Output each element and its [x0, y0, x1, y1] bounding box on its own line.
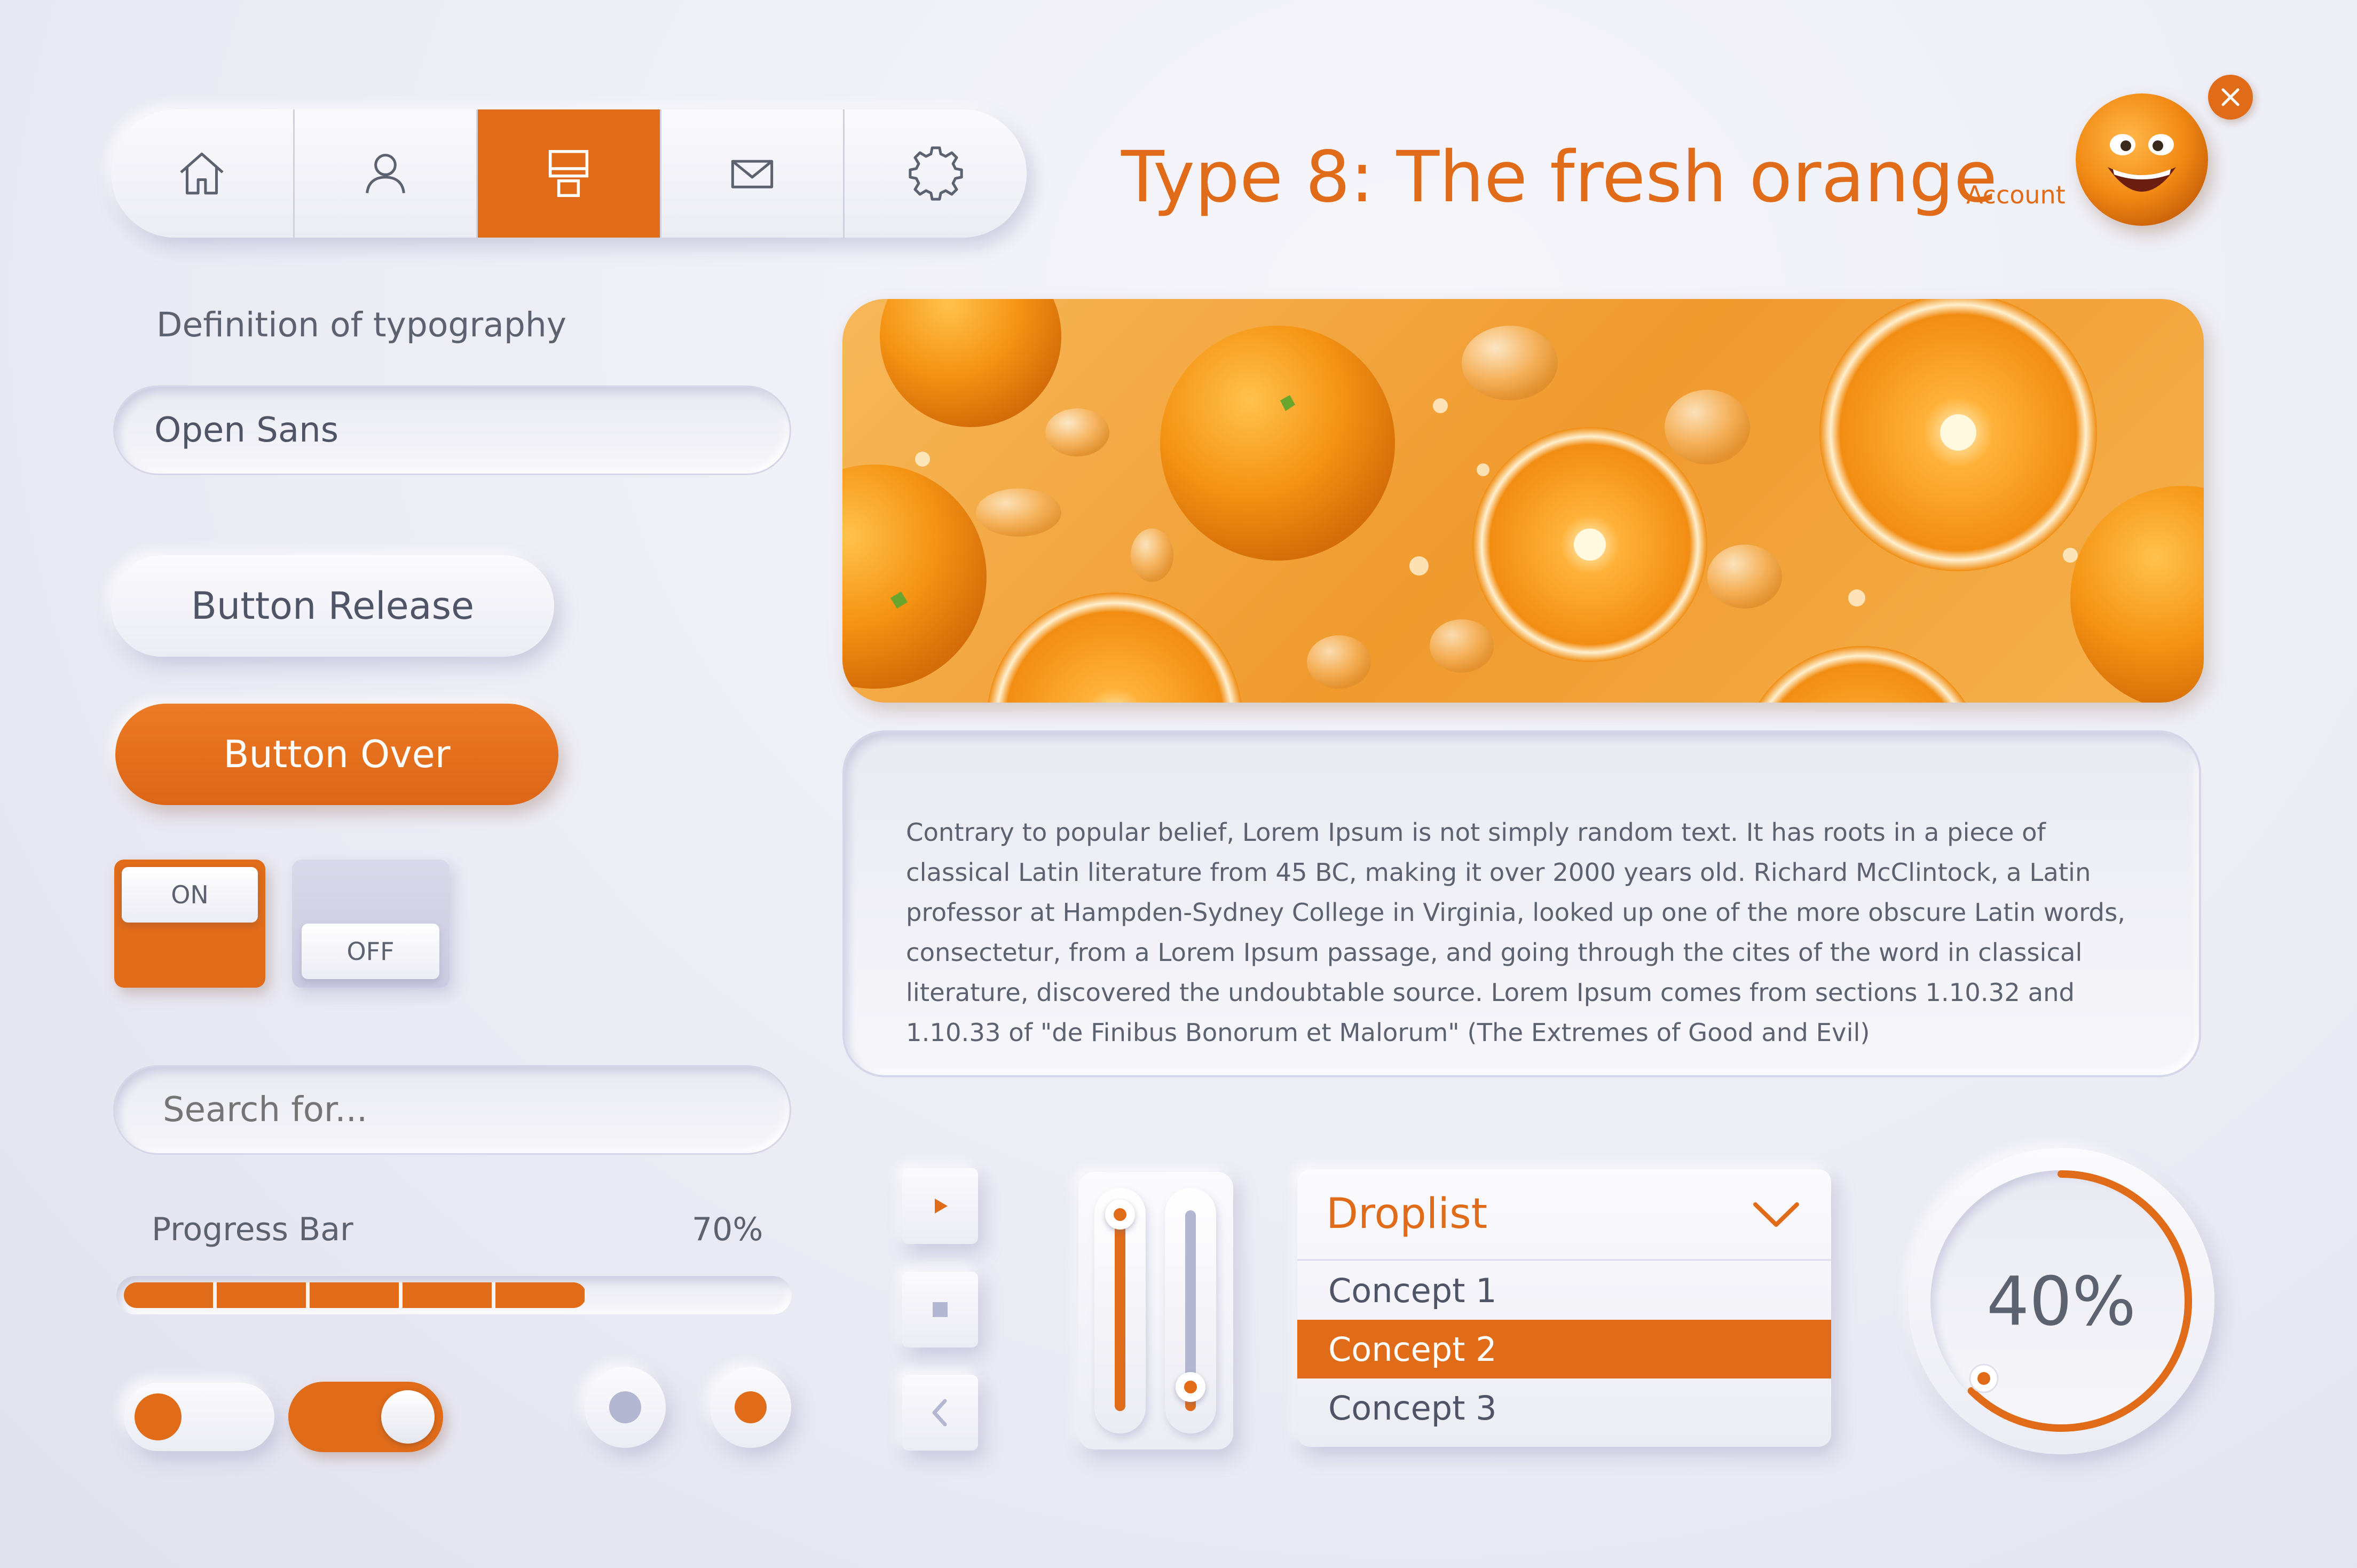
droplist-option[interactable]: Concept 3 — [1297, 1378, 1831, 1437]
droplist-title: Droplist — [1326, 1190, 1488, 1238]
slider-handle[interactable] — [1176, 1372, 1205, 1402]
display-icon — [549, 150, 589, 197]
radio-unselected[interactable] — [585, 1367, 666, 1448]
page-title: Type 8: The fresh orange — [1121, 136, 1998, 218]
hero-image — [842, 299, 2204, 703]
nav-mail-button[interactable] — [661, 109, 845, 238]
button-over[interactable]: Button Over — [115, 704, 558, 805]
toggle-off[interactable] — [124, 1383, 274, 1451]
switch-off[interactable]: OFF — [292, 860, 450, 988]
progress-label: Progress Bar — [152, 1211, 353, 1248]
progress-bar — [116, 1276, 792, 1314]
play-button[interactable] — [902, 1168, 978, 1244]
account-label[interactable]: Account — [1966, 180, 2066, 209]
stop-icon — [933, 1302, 948, 1317]
circular-progress: 40% — [1908, 1148, 2214, 1454]
toggle-on[interactable] — [288, 1382, 443, 1452]
back-button[interactable] — [902, 1375, 978, 1451]
search-input[interactable] — [113, 1065, 791, 1155]
close-icon — [2221, 88, 2240, 106]
radio-dot — [609, 1391, 641, 1423]
font-input[interactable]: Open Sans — [113, 385, 791, 475]
radio-selected[interactable] — [710, 1367, 791, 1448]
article-card: Contrary to popular belief, Lorem Ipsum … — [842, 730, 2201, 1077]
avatar[interactable] — [2076, 93, 2208, 226]
typography-label: Definition of typography — [156, 305, 567, 344]
article-text: Contrary to popular belief, Lorem Ipsum … — [906, 818, 2126, 1047]
mail-icon — [731, 160, 774, 188]
gear-icon — [909, 146, 963, 201]
nav-profile-button[interactable] — [295, 109, 478, 238]
switch-off-label: OFF — [302, 924, 439, 979]
nav-home-button[interactable] — [111, 109, 295, 238]
button-release[interactable]: Button Release — [111, 555, 554, 657]
chevron-left-icon — [932, 1399, 947, 1427]
stop-button[interactable] — [902, 1272, 978, 1348]
droplist-header[interactable]: Droplist — [1297, 1169, 1831, 1261]
play-icon — [935, 1199, 948, 1214]
slider-fill — [1115, 1214, 1125, 1411]
chevron-down-icon — [1753, 1202, 1799, 1227]
slider-handle[interactable] — [1105, 1199, 1135, 1230]
progress-fill — [124, 1282, 586, 1308]
vertical-slider-panel — [1078, 1172, 1233, 1449]
nav-settings-button[interactable] — [845, 109, 1027, 238]
progress-value: 70% — [692, 1211, 763, 1248]
toggle-knob — [381, 1390, 435, 1444]
user-icon — [366, 154, 405, 194]
circular-progress-value: 40% — [1986, 1262, 2137, 1341]
slider-track — [1115, 1210, 1125, 1411]
home-icon — [180, 152, 224, 195]
switch-on-label: ON — [122, 867, 258, 923]
vertical-slider[interactable] — [1165, 1188, 1216, 1433]
top-navigation-bar — [111, 109, 1027, 238]
close-button[interactable] — [2208, 75, 2253, 120]
droplist-option-selected[interactable]: Concept 2 — [1297, 1320, 1831, 1378]
vertical-slider[interactable] — [1094, 1188, 1146, 1433]
toggle-knob — [135, 1393, 182, 1440]
switch-on[interactable]: ON — [114, 860, 265, 988]
radio-dot — [735, 1391, 767, 1423]
droplist-option[interactable]: Concept 1 — [1297, 1261, 1831, 1320]
droplist: Droplist Concept 1 Concept 2 Concept 3 — [1297, 1169, 1831, 1447]
nav-display-button[interactable] — [478, 109, 661, 238]
